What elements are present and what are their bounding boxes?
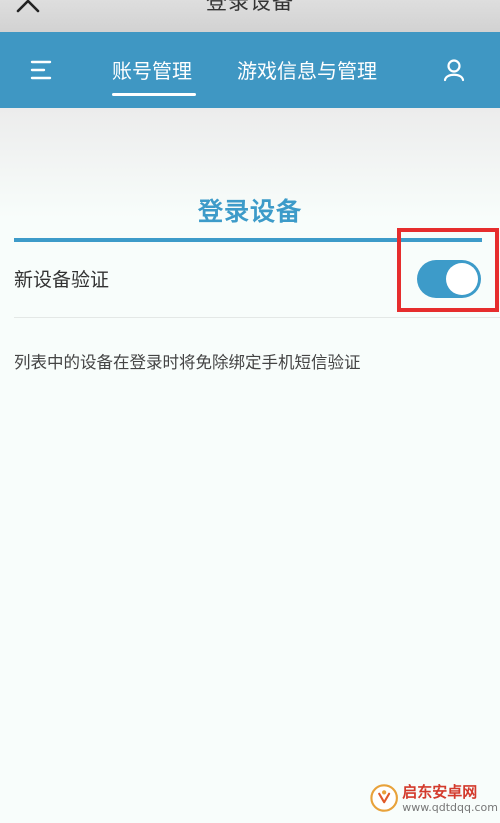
- top-bar: 登录设备: [0, 0, 500, 32]
- section-title: 登录设备: [197, 197, 302, 226]
- watermark: 启东安卓网 www.qdtdqq.com: [370, 776, 498, 820]
- logo-icon: [370, 784, 398, 812]
- device-list-description: 列表中的设备在登录时将免除绑定手机短信验证: [14, 353, 361, 372]
- user-button[interactable]: [438, 54, 470, 86]
- tab-account-management[interactable]: 账号管理: [112, 54, 192, 88]
- watermark-url: www.qdtdqq.com: [402, 800, 498, 814]
- tab-game-info-management[interactable]: 游戏信息与管理: [237, 54, 377, 88]
- row-divider: [14, 317, 500, 318]
- user-icon: [443, 59, 465, 82]
- active-tab-indicator: [112, 93, 196, 96]
- highlight-annotation: [397, 228, 499, 312]
- menu-button[interactable]: [26, 54, 58, 86]
- page-title: 登录设备: [206, 0, 294, 14]
- new-device-verify-label: 新设备验证: [14, 269, 110, 291]
- watermark-name: 启东安卓网: [402, 782, 478, 801]
- nav-bar: 账号管理 游戏信息与管理: [0, 32, 500, 108]
- menu-icon: [30, 60, 52, 80]
